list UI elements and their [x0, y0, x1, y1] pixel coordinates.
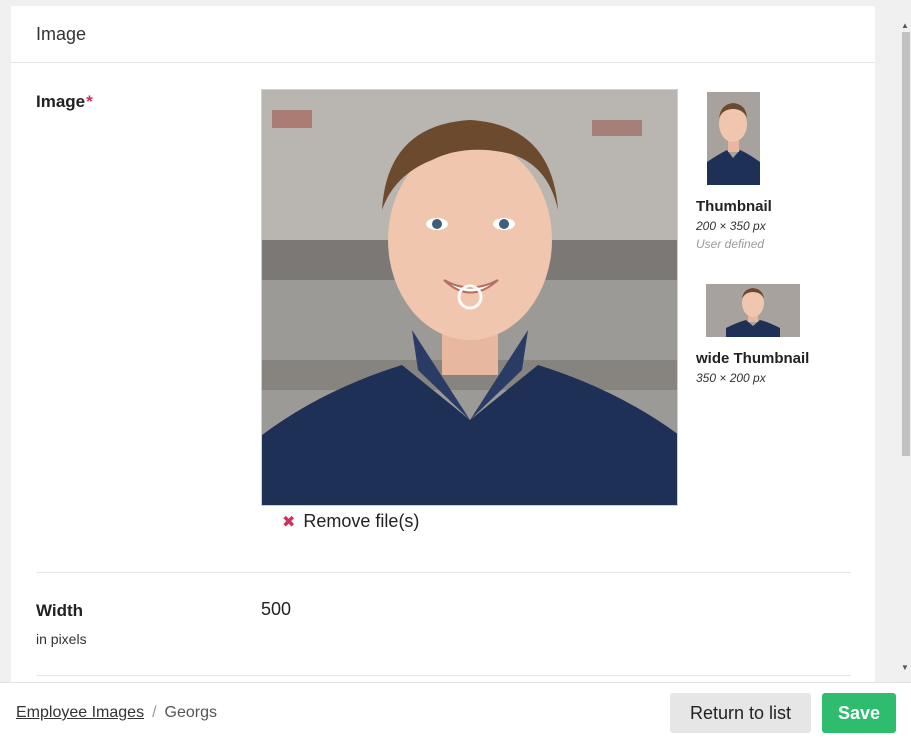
panel-title: Image	[11, 6, 875, 63]
breadcrumb: Employee Images / Georgs	[16, 704, 217, 722]
breadcrumb-current: Georgs	[164, 704, 217, 721]
image-panel: Image Image* ✖ Remove file(s) Thumbnail …	[11, 6, 875, 682]
image-field-label: Image*	[36, 92, 93, 112]
save-button[interactable]: Save	[822, 693, 896, 733]
vertical-scrollbar[interactable]: ▲ ▼	[899, 20, 911, 682]
portrait-photo	[262, 90, 677, 505]
required-mark: *	[86, 92, 93, 111]
thumbnail-dimensions: 200 × 350 px	[696, 219, 766, 233]
thumbnail-image[interactable]	[707, 92, 760, 185]
uploaded-image[interactable]	[261, 89, 678, 506]
wide-thumbnail-title: wide Thumbnail	[696, 350, 810, 367]
width-value: 500	[261, 599, 292, 619]
width-sub-label: in pixels	[36, 631, 87, 647]
image-label-text: Image	[36, 92, 86, 111]
image-field-row: Image* ✖ Remove file(s) Thumbnail 200 × …	[36, 63, 851, 573]
wide-thumbnail-preview: wide Thumbnail 350 × 200 px	[696, 284, 809, 385]
wide-thumbnail-dimensions: 350 × 200 px	[696, 371, 766, 385]
scroll-down-icon[interactable]: ▼	[901, 664, 909, 672]
return-to-list-button[interactable]: Return to list	[670, 693, 811, 733]
width-field-row: Width in pixels 500	[36, 573, 851, 676]
breadcrumb-separator: /	[152, 704, 157, 721]
width-label: Width	[36, 601, 84, 620]
close-icon: ✖	[282, 513, 296, 531]
footer-bar: Employee Images / Georgs Return to list …	[0, 682, 911, 738]
thumbnail-preview: Thumbnail 200 × 350 px User defined	[696, 92, 772, 251]
scroll-up-icon[interactable]: ▲	[901, 22, 909, 30]
remove-file-button[interactable]: ✖ Remove file(s)	[282, 511, 419, 532]
wide-thumbnail-image[interactable]	[706, 284, 800, 337]
wide-thumbnail-photo	[706, 284, 800, 337]
thumbnail-note: User defined	[696, 237, 765, 251]
thumbnail-title: Thumbnail	[696, 198, 772, 215]
thumbnail-photo	[707, 92, 760, 185]
remove-file-label: Remove file(s)	[303, 511, 420, 531]
breadcrumb-link-employee-images[interactable]: Employee Images	[16, 704, 144, 722]
scrollbar-thumb[interactable]	[902, 32, 910, 456]
